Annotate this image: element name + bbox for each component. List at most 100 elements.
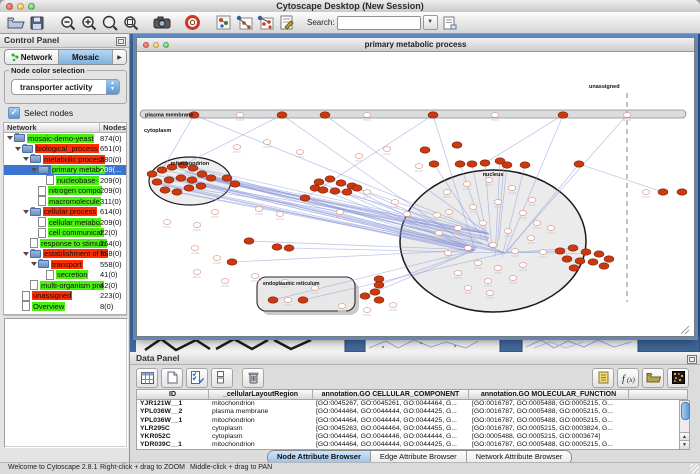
help-button[interactable] (182, 13, 203, 32)
disclosure-triangle-icon[interactable] (23, 210, 29, 214)
network-node-unselected[interactable] (491, 113, 499, 118)
network-node-selected[interactable] (452, 142, 462, 148)
network-node-unselected[interactable] (355, 154, 363, 159)
network-node-selected[interactable] (222, 175, 232, 181)
scroll-down-button[interactable]: ▼ (680, 440, 689, 449)
tree-item[interactable]: cellular metabo209(0) (4, 217, 126, 228)
network-node-selected[interactable] (320, 112, 330, 118)
network-node-selected[interactable] (374, 276, 384, 282)
network-node-unselected[interactable] (445, 210, 453, 215)
panel-splitter[interactable] (3, 315, 127, 316)
network-node-unselected[interactable] (485, 178, 493, 183)
network-node-selected[interactable] (272, 244, 282, 250)
save-session-button[interactable] (26, 13, 47, 32)
network-node-selected[interactable] (370, 289, 380, 295)
network-node-unselected[interactable] (486, 291, 494, 296)
network-node-selected[interactable] (298, 297, 308, 303)
background-windows[interactable] (136, 336, 700, 352)
network-node-unselected[interactable] (623, 113, 631, 118)
tree-item[interactable]: biological_process651(0) (4, 144, 126, 155)
tree-item[interactable]: primary metabo209(... (4, 165, 126, 176)
tree-item[interactable]: secretion41(0) (4, 270, 126, 281)
network-node-unselected[interactable] (494, 200, 502, 205)
network-node-selected[interactable] (374, 282, 384, 288)
network-node-unselected[interactable] (363, 190, 371, 195)
tree-item[interactable]: cell communicat22(0) (4, 228, 126, 239)
network-node-selected[interactable] (599, 263, 609, 269)
column-header[interactable]: ID (137, 390, 209, 399)
table-row[interactable]: YPL036W__1mitochondrion[GO:0044464, GO:0… (137, 417, 687, 425)
zoom-selected-button[interactable] (120, 13, 141, 32)
network-node-unselected[interactable] (211, 210, 219, 215)
tab-mosaic[interactable]: Mosaic (59, 50, 113, 64)
scrollbar-thumb[interactable] (681, 402, 690, 420)
column-header[interactable]: annotation.GO MOLECULAR_FUNCTION (469, 390, 629, 399)
network-node-selected[interactable] (164, 177, 174, 183)
open-session-button[interactable] (5, 13, 26, 32)
network-node-selected[interactable] (562, 256, 572, 262)
network-node-unselected[interactable] (504, 229, 512, 234)
network-node-selected[interactable] (352, 185, 362, 191)
network-node-unselected[interactable] (509, 276, 517, 281)
matrix-view-button[interactable] (667, 368, 689, 388)
tree-item[interactable]: response to stimulu264(0) (4, 238, 126, 249)
new-attribute-button[interactable] (161, 368, 183, 388)
network-node-unselected[interactable] (391, 200, 399, 205)
network-node-selected[interactable] (581, 249, 591, 255)
network-node-unselected[interactable] (284, 298, 292, 303)
snapshot-button[interactable] (151, 13, 172, 32)
network-node-unselected[interactable] (363, 308, 371, 313)
tab-network[interactable]: Network (5, 50, 59, 64)
network-node-selected[interactable] (227, 259, 237, 265)
network-node-unselected[interactable] (469, 205, 477, 210)
network-node-selected[interactable] (197, 171, 207, 177)
network-node-selected[interactable] (594, 251, 604, 257)
table-vertical-scrollbar[interactable]: ▲ ▼ (679, 400, 690, 450)
tree-item[interactable]: mosaic-demo-yeast874(0) (4, 133, 126, 144)
network-node-selected[interactable] (467, 161, 477, 167)
network-node-unselected[interactable] (193, 270, 201, 275)
network-node-unselected[interactable] (263, 140, 271, 145)
network-node-selected[interactable] (176, 175, 186, 181)
node-color-select[interactable]: transporter activity ▲▼ (11, 79, 120, 95)
network-node-selected[interactable] (420, 147, 430, 153)
table-row[interactable]: YLR295Ccytoplasm[GO:0045263, GO:0044464,… (137, 425, 687, 433)
network-node-selected[interactable] (318, 187, 328, 193)
network-node-selected[interactable] (677, 189, 687, 195)
network-node-selected[interactable] (284, 245, 294, 251)
attribute-select-button[interactable] (136, 368, 158, 388)
network-node-unselected[interactable] (415, 164, 423, 169)
network-node-unselected[interactable] (464, 246, 472, 251)
network-node-unselected[interactable] (443, 190, 451, 195)
tree-item[interactable]: transport558(0) (4, 259, 126, 270)
network-node-selected[interactable] (336, 180, 346, 186)
network-node-unselected[interactable] (547, 226, 555, 231)
annotations-button[interactable] (276, 13, 297, 32)
table-row[interactable]: YPL036W__2plasma membrane[GO:0044464, GO… (137, 408, 687, 416)
network-node-selected[interactable] (558, 112, 568, 118)
tree-header-network[interactable]: Network (4, 123, 100, 132)
network-node-selected[interactable] (172, 189, 182, 195)
network-edge[interactable] (485, 115, 563, 163)
network-node-selected[interactable] (575, 258, 585, 264)
search-options-button[interactable] (440, 13, 461, 32)
tree-item[interactable]: metabolic process280(0) (4, 154, 126, 165)
network-node-selected[interactable] (604, 256, 614, 262)
network-node-unselected[interactable] (463, 182, 471, 187)
network-node-unselected[interactable] (433, 213, 441, 218)
network-node-selected[interactable] (152, 179, 162, 185)
window-resize-grip[interactable] (681, 326, 689, 334)
network-node-selected[interactable] (325, 176, 335, 182)
network-node-selected[interactable] (455, 161, 465, 167)
network-node-unselected[interactable] (383, 147, 391, 152)
network-node-unselected[interactable] (454, 226, 462, 231)
network-node-unselected[interactable] (221, 279, 229, 284)
network-node-unselected[interactable] (296, 150, 304, 155)
network-node-selected[interactable] (555, 248, 565, 254)
zoom-out-button[interactable] (57, 13, 78, 32)
network-node-unselected[interactable] (403, 212, 411, 217)
network-node-unselected[interactable] (464, 286, 472, 291)
delete-attribute-button[interactable] (242, 368, 264, 388)
disclosure-triangle-icon[interactable] (7, 136, 13, 140)
network-node-selected[interactable] (360, 293, 370, 299)
